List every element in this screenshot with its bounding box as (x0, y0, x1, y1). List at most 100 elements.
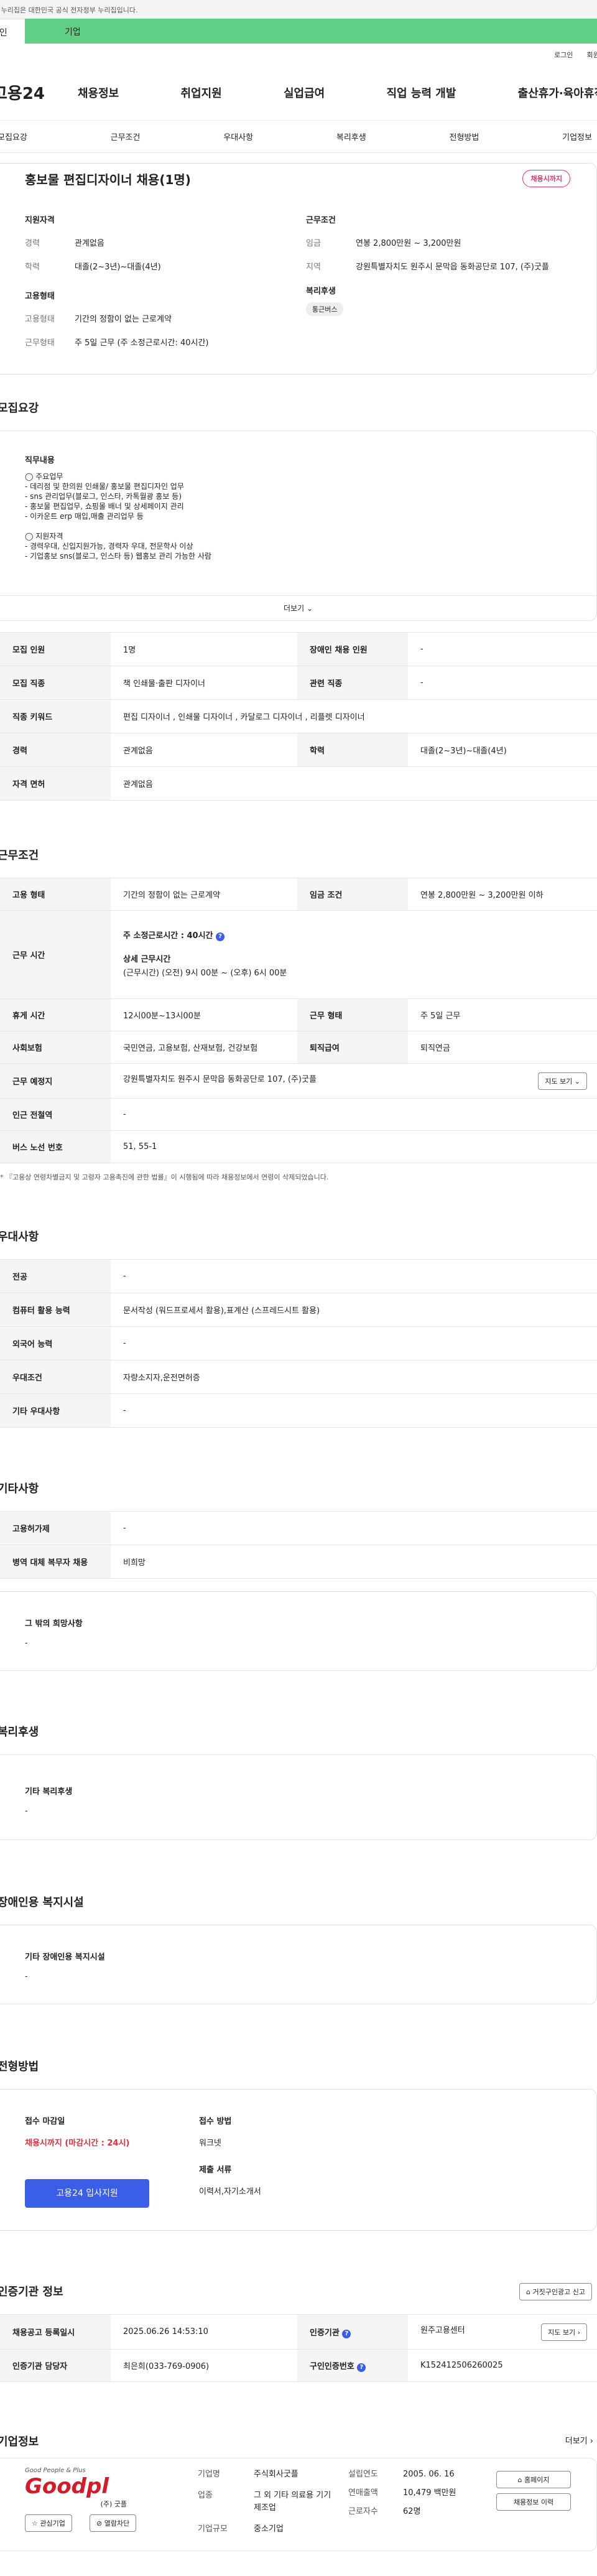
pref-value-cell: - (111, 1326, 597, 1360)
welfare-title-text: 복리후생 (0, 1726, 39, 1739)
org-head: 인증기관 ? (297, 2314, 408, 2350)
report-label: 거짓구인광고 신고 (532, 2288, 585, 2296)
deadline-value: 채용시까지 (마감시간 : 24시) (25, 2139, 130, 2148)
wage-value: 연봉 2,800만원 ~ 3,200만원 (356, 239, 461, 248)
join-link[interactable]: 회원가입 (587, 51, 597, 59)
deadline-block: 접수 마감일 채용시까지 (마감시간 : 24시) 고용24 입사지원 (25, 2114, 149, 2208)
recruit-head-cell: 장애인 채용 인원 (297, 632, 408, 666)
recruit-value-cell: 편집 디자이너 , 인쇄물 디자이너 , 카달로그 디자이너 , 리플렛 디자이… (111, 699, 597, 733)
work-type-label: 근무형태 (25, 338, 55, 348)
place-head: 근무 예정지 (0, 1063, 111, 1099)
reg-head: 채용공고 등록일시 (0, 2314, 111, 2350)
disabled-title-text: 장애인용 복지시설 (0, 1896, 84, 1909)
duty-line: - 홍보물 편집업무, 쇼핑몰 배너 및 상세페이지 관리 (25, 502, 184, 511)
section-nav-company[interactable]: 기업정보 (562, 131, 592, 142)
logo-small-text: Good People & Plus (25, 2467, 86, 2474)
duty-more-button[interactable]: 더보기 ⌄ (0, 595, 596, 620)
reg-cell: 2025.06.26 14:53:10 (111, 2314, 297, 2350)
section-nav-work[interactable]: 근무조건 (111, 131, 141, 142)
wage-label: 임금 (306, 239, 321, 248)
etc-title-text: 기타사항 (0, 1482, 39, 1495)
work-type-value: 주 5일 근무 (주 소정근로시간: 40시간) (75, 338, 209, 348)
login-link[interactable]: 로그인 (554, 51, 573, 59)
info-icon[interactable]: ? (357, 2363, 366, 2372)
company-more-link[interactable]: 더보기 › (565, 2434, 593, 2446)
insurance-cell: 국민연금, 고용보험, 산재보험, 건강보험 (111, 1031, 297, 1064)
org-map-button[interactable]: 지도 보기 › (541, 2323, 587, 2341)
deadline-heading: 접수 마감일 (25, 2117, 65, 2126)
recruit-table: 모집 인원 1명 장애인 채용 인원 - 모집 직종 책 인쇄물·출판 디자이너 관련 직종… (0, 632, 597, 801)
method-heading: 접수 방법 (199, 2117, 232, 2126)
etc-head-cell: 고용허가제 (0, 1511, 111, 1545)
duty-line: - 데리점 및 한의원 인쇄물/ 홍보물 편집디자인 업무 (25, 482, 184, 491)
block-label: 열람차단 (104, 2519, 130, 2527)
job-history-label: 채용정보 이력 (513, 2498, 554, 2506)
more-label: 더보기 (283, 604, 305, 613)
section-nav-welfare[interactable]: 복리후생 (336, 131, 366, 142)
gov-notice-text: 이 누리집은 대한민국 공식 전자정부 누리집입니다. (0, 6, 138, 14)
pref-row: 전공 - (0, 1259, 597, 1293)
duty-line: - 이카운트 erp 매입,매출 관리업무 등 (25, 512, 144, 521)
pref-head-cell: 전공 (0, 1259, 111, 1293)
section-nav-process[interactable]: 전형방법 (450, 131, 479, 142)
org-cell: 원주고용센터 지도 보기 › (408, 2314, 597, 2350)
recruit-head-cell: 모집 인원 (0, 632, 111, 666)
recruit-value-cell: 1명 (111, 632, 297, 666)
summary-left: 지원자격 경력 관계없음 학력 대졸(2~3년)~대졸(4년) 고용형태 고용형태 기… (25, 213, 298, 360)
section-nav-recruit[interactable]: 모집요강 (0, 131, 27, 142)
report-button[interactable]: ⌂ 거짓구인광고 신고 (519, 2283, 592, 2300)
deadline-badge: 채용시까지 (522, 170, 570, 187)
qualification-heading: 지원자격 (25, 216, 55, 225)
site-logo[interactable]: 고용24 (0, 81, 78, 104)
duty-line: - 경력우대, 신입지원가능, 경력자 우대, 전문학사 이상 (25, 542, 193, 551)
apply-button[interactable]: 고용24 입사지원 (25, 2179, 149, 2208)
duty-heading: 직무내용 (25, 456, 55, 465)
pref-value-cell: - (111, 1393, 597, 1428)
member-type-tabs: 개인 기업 (0, 19, 597, 44)
duty-line: - 기업홍보 sns(블로그, 인스타 등) 웹홍보 관리 가능한 사람 (25, 552, 211, 560)
block-button[interactable]: ⊘ 열람차단 (90, 2514, 137, 2532)
welfare-other-heading: 기타 복리후생 (25, 1787, 73, 1797)
company-box: Good People & Plus Goodpl (주) 굿플 ☆ 관심기업 … (0, 2458, 597, 2551)
form-cell: 주 5일 근무 (408, 998, 597, 1031)
pref-value-cell: 문서작성 (워드프로세서 활용),표계산 (스프레드시트 활용) (111, 1293, 597, 1327)
pref-head-cell: 기타 우대사항 (0, 1393, 111, 1428)
pref-row: 외국어 능력 - (0, 1326, 597, 1360)
gnb-item-training[interactable]: 직업 능력 개발 (387, 85, 456, 101)
age-note: * 『고용상 연령차별금지 및 고령자 고용촉진에 관한 법률』이 시행됨에 따… (0, 1173, 329, 1181)
disabled-section-title: 장애인용 복지시설 (0, 1894, 597, 1925)
recruit-row: 모집 직종 책 인쇄물·출판 디자이너 관련 직종 - (0, 666, 597, 700)
weekly-hours: 주 소정근로시간 : 40시간 ? (123, 929, 587, 943)
work-hours-head: 근무 시간 (0, 910, 111, 999)
org-value: 원주고용센터 (420, 2325, 465, 2335)
tab-company[interactable]: 기업 (25, 19, 597, 44)
interest-label: 관심기업 (40, 2519, 65, 2527)
report-icon: ⌂ (526, 2288, 531, 2296)
map-button[interactable]: 지도 보기 ⌄ (538, 1072, 587, 1090)
job-history-button[interactable]: 채용정보 이력 (496, 2493, 571, 2511)
gnb-item-parental-leave[interactable]: 출산휴가·육아휴직 (518, 85, 597, 101)
duty-line: ◯ 주요업무 (25, 472, 63, 481)
homepage-button[interactable]: ⌂ 홈페이지 (496, 2471, 571, 2488)
interest-button[interactable]: ☆ 관심기업 (25, 2514, 72, 2532)
company-name-value: 주식회사굿플 (254, 2470, 298, 2479)
tab-personal[interactable]: 개인 (0, 19, 25, 44)
logo-big-text: Goodpl (25, 2474, 109, 2499)
info-icon[interactable]: ? (216, 932, 225, 941)
method-value: 워크넷 (199, 2139, 221, 2148)
job-title: 홍보물 편집디자이너 채용(1명) (25, 172, 191, 187)
insurance-head: 사회보험 (0, 1031, 111, 1064)
section-nav-pref[interactable]: 우대사항 (223, 131, 253, 142)
gnb-item-support[interactable]: 취업지원 (181, 85, 222, 101)
pref-head-cell: 외국어 능력 (0, 1326, 111, 1360)
gnb-item-unemployment[interactable]: 실업급여 (284, 85, 325, 101)
duty-line: - sns 관리업무(블로그, 인스타, 카톡월광 홍보 등) (25, 492, 182, 501)
etc-value-cell: 비희망 (111, 1545, 597, 1579)
info-icon[interactable]: ? (342, 2329, 351, 2338)
gnb-item-jobs[interactable]: 채용정보 (78, 85, 119, 101)
etc-row: 고용허가제 - (0, 1511, 597, 1545)
recruit-value-cell: 관계없음 (111, 766, 597, 801)
emp-type-value: 기간의 정함이 없는 근로계약 (75, 315, 172, 324)
conditions-heading: 근무조건 (306, 216, 336, 225)
etc-row: 병역 대체 복무자 채용 비희망 (0, 1545, 597, 1579)
